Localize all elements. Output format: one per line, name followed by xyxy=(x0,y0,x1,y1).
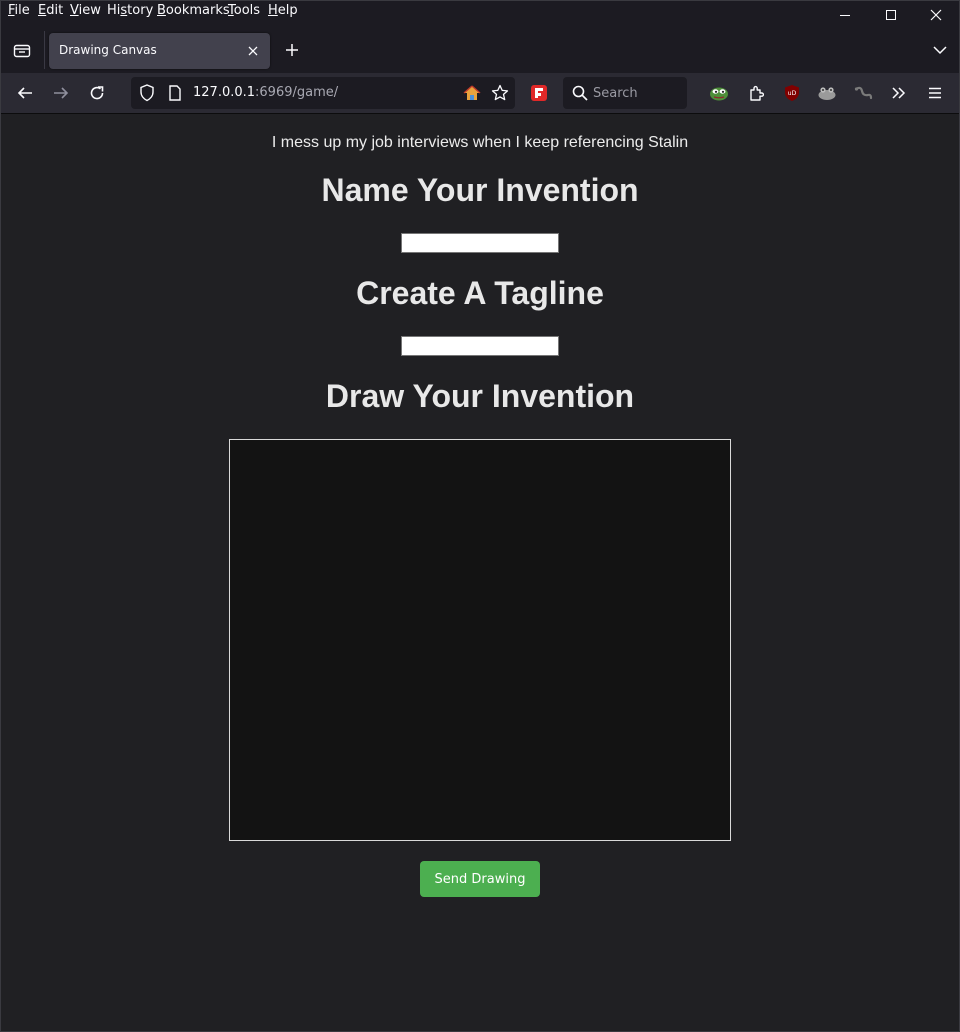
reload-button[interactable] xyxy=(83,79,111,107)
tab-separator xyxy=(44,31,45,69)
app-menu-button[interactable] xyxy=(921,79,949,107)
overflow-button[interactable] xyxy=(885,79,913,107)
menu-bookmarks[interactable]: Bookmarks xyxy=(157,3,230,18)
frog-extension-button[interactable] xyxy=(813,79,841,107)
reload-icon xyxy=(90,86,104,100)
close-window-button[interactable] xyxy=(913,1,959,29)
send-drawing-button[interactable]: Send Drawing xyxy=(420,861,540,897)
back-icon xyxy=(17,87,32,99)
menu-file[interactable]: File xyxy=(8,3,30,18)
pepe-icon xyxy=(710,87,728,101)
chevron-down-icon xyxy=(933,46,947,55)
new-tab-button[interactable] xyxy=(281,39,303,61)
snake-icon xyxy=(854,86,873,100)
tab-strip: Drawing Canvas xyxy=(1,27,959,73)
snake-extension-button[interactable] xyxy=(849,79,877,107)
overflow-icon xyxy=(892,87,906,99)
ublock-button[interactable]: uD xyxy=(778,79,806,107)
tagline-heading: Create A Tagline xyxy=(356,275,604,311)
forward-icon xyxy=(54,87,69,99)
flipboard-icon xyxy=(531,85,547,101)
page-content: I mess up my job interviews when I keep … xyxy=(1,114,959,1031)
flipboard-button[interactable] xyxy=(525,79,553,107)
url-bar[interactable]: 127.0.0.1:6969/game/ xyxy=(131,77,515,109)
hamburger-icon xyxy=(929,87,941,99)
menu-history[interactable]: History xyxy=(107,3,153,18)
extensions-button[interactable] xyxy=(742,79,770,107)
home-icon[interactable] xyxy=(463,85,481,101)
tab-title: Drawing Canvas xyxy=(59,43,157,57)
tab-close-button[interactable] xyxy=(244,42,262,60)
invention-name-input[interactable] xyxy=(401,233,559,253)
name-heading: Name Your Invention xyxy=(321,172,639,208)
frog-icon xyxy=(818,87,836,100)
minimize-button[interactable] xyxy=(822,1,868,29)
svg-text:uD: uD xyxy=(788,90,797,97)
maximize-icon xyxy=(886,10,896,20)
star-icon[interactable] xyxy=(491,84,509,102)
tagline-input[interactable] xyxy=(401,336,559,356)
quote-text: I mess up my job interviews when I keep … xyxy=(271,134,689,151)
menu-help[interactable]: Help xyxy=(268,3,298,18)
close-icon xyxy=(248,46,258,56)
url-text[interactable]: 127.0.0.1:6969/game/ xyxy=(193,85,338,100)
menu-view[interactable]: View xyxy=(70,3,101,18)
back-button[interactable] xyxy=(11,79,39,107)
close-icon xyxy=(930,9,942,21)
minimize-icon xyxy=(840,15,850,16)
list-all-tabs-button[interactable] xyxy=(929,39,951,61)
menu-tools[interactable]: Tools xyxy=(228,3,260,18)
shield-icon[interactable] xyxy=(139,84,155,102)
search-icon xyxy=(572,85,588,101)
menu-edit[interactable]: Edit xyxy=(38,3,63,18)
browser-window: File Edit View History Bookmarks Tools H… xyxy=(0,0,960,1032)
search-placeholder: Search xyxy=(593,86,638,101)
maximize-button[interactable] xyxy=(868,1,914,29)
search-bar[interactable]: Search xyxy=(563,77,687,109)
draw-heading: Draw Your Invention xyxy=(325,378,635,414)
tab-list-icon xyxy=(13,44,31,58)
ublock-icon: uD xyxy=(785,85,799,101)
extensions-icon xyxy=(750,85,764,101)
tab-list-button[interactable] xyxy=(9,37,35,63)
pepe-extension-button[interactable] xyxy=(705,79,733,107)
tab-drawing-canvas[interactable]: Drawing Canvas xyxy=(49,33,270,69)
nav-bar: 127.0.0.1:6969/game/ Search uD xyxy=(1,73,959,114)
plus-icon xyxy=(286,44,298,56)
forward-button[interactable] xyxy=(47,79,75,107)
drawing-canvas[interactable] xyxy=(229,439,731,841)
page-icon[interactable] xyxy=(168,85,182,101)
menu-bar: File Edit View History Bookmarks Tools H… xyxy=(1,1,959,27)
